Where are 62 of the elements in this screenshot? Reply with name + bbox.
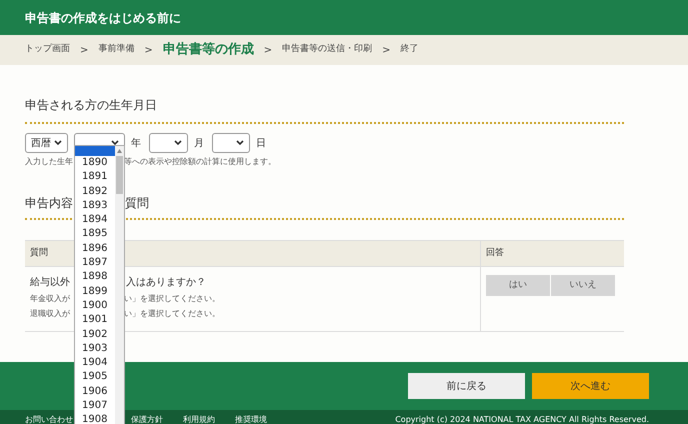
dropdown-option[interactable]: 1905 xyxy=(75,370,115,385)
hint-text: 等への表示や控除額の計算に使用します。 xyxy=(124,156,276,168)
dropdown-option[interactable]: 1890 xyxy=(75,156,115,170)
breadcrumb-step: 事前準備 xyxy=(98,43,134,57)
era-select[interactable]: 西暦 xyxy=(25,133,68,153)
month-select[interactable] xyxy=(149,133,188,153)
next-button[interactable]: 次へ進む xyxy=(532,373,649,399)
dropdown-option[interactable]: 1908 xyxy=(75,413,115,424)
question-text: 入はありますか？ xyxy=(126,276,206,290)
question-text: 給与以外 xyxy=(30,276,70,290)
footer-link[interactable]: 保護方針 xyxy=(131,415,163,424)
scrollbar-thumb[interactable] xyxy=(116,156,123,194)
breadcrumb-step: 終了 xyxy=(400,43,419,57)
question-note: 退職収入が xyxy=(30,308,70,320)
dropdown-option[interactable]: 1904 xyxy=(75,356,115,370)
answer-button[interactable]: はい xyxy=(486,275,550,296)
column-header: 回答 xyxy=(486,246,504,260)
footer-link[interactable]: お問い合わせ xyxy=(25,415,73,424)
day-select[interactable] xyxy=(212,133,250,153)
dropdown-option[interactable]: 1893 xyxy=(75,198,115,214)
question-note: 年金収入が xyxy=(30,293,70,305)
dropdown-option[interactable]: 1898 xyxy=(75,270,115,285)
unit-label: 月 xyxy=(194,136,204,150)
dropdown-option[interactable]: 1894 xyxy=(75,213,115,228)
dropdown-option[interactable]: 1897 xyxy=(75,256,115,270)
hint-text: 入力した生年 xyxy=(25,156,73,168)
dropdown-option[interactable]: 1903 xyxy=(75,342,115,356)
footer-link[interactable]: 利用規約 xyxy=(183,415,215,424)
column-header: 質問 xyxy=(30,246,48,260)
dropdown-option[interactable]: 1896 xyxy=(75,242,115,256)
dropdown-option[interactable]: 1899 xyxy=(75,284,115,299)
page-title: 申告書の作成をはじめる前に xyxy=(25,10,181,26)
chevron-down-icon xyxy=(111,140,119,146)
back-button[interactable]: 前に戻る xyxy=(408,373,525,399)
breadcrumb-separator: > xyxy=(264,44,272,58)
breadcrumb-separator: > xyxy=(144,44,153,58)
breadcrumb-separator: > xyxy=(80,44,88,58)
dropdown-option[interactable]: 1907 xyxy=(75,399,115,414)
dropdown-option[interactable]: 1901 xyxy=(75,313,115,328)
chevron-down-icon xyxy=(236,140,244,146)
dropdown-option[interactable]: 1906 xyxy=(75,384,115,400)
footer-link[interactable]: 推奨環境 xyxy=(235,415,267,424)
answer-button[interactable]: いいえ xyxy=(551,275,615,296)
dropdown-option[interactable]: 1892 xyxy=(75,184,115,199)
copyright-text: Copyright (c) 2024 NATIONAL TAX AGENCY All Rights Reserved. xyxy=(395,415,649,424)
dropdown-option[interactable]: 1902 xyxy=(75,328,115,342)
breadcrumb-separator: > xyxy=(382,44,391,58)
breadcrumb-step: 申告書等の送信・印刷 xyxy=(282,43,372,57)
breadcrumb-step: トップ画面 xyxy=(25,43,70,57)
unit-label: 日 xyxy=(256,136,266,150)
breadcrumb-step: 申告書等の作成 xyxy=(162,40,254,60)
chevron-down-icon xyxy=(174,140,182,146)
unit-label: 年 xyxy=(131,136,141,150)
section-heading: 申告される方の生年月日 xyxy=(25,98,157,112)
section-heading: 申告内容 xyxy=(25,195,73,212)
scrollbar[interactable] xyxy=(115,146,124,424)
chevron-down-icon xyxy=(54,140,62,146)
dropdown-option[interactable]: 1895 xyxy=(75,227,115,242)
dropdown-option[interactable]: 1891 xyxy=(75,170,115,185)
dropdown-option[interactable]: 1900 xyxy=(75,298,115,314)
section-heading: 質問 xyxy=(125,195,149,212)
scroll-up-icon[interactable] xyxy=(117,149,122,153)
